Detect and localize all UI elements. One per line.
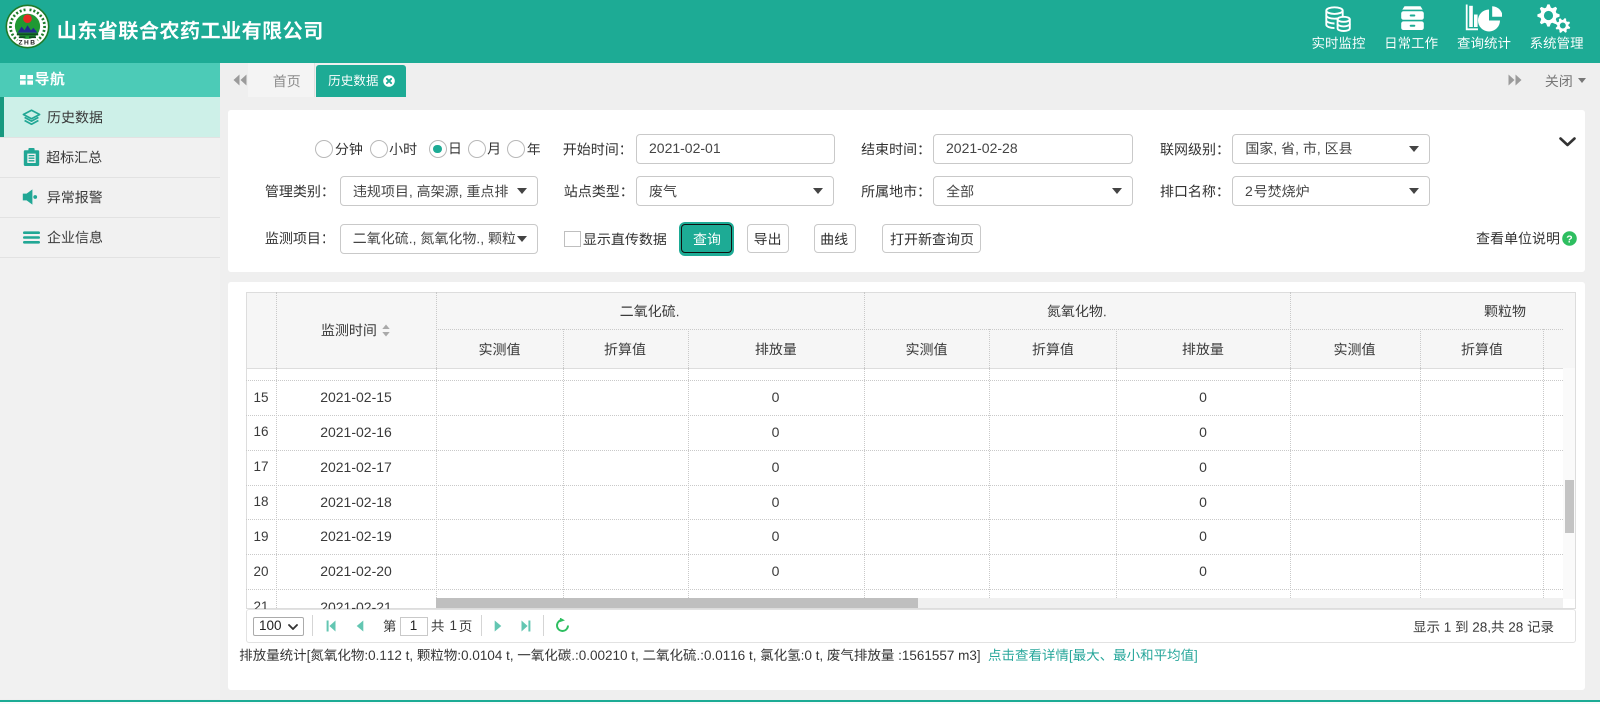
- svg-text:ZHB: ZHB: [18, 40, 36, 47]
- svg-text:?: ?: [1566, 233, 1572, 245]
